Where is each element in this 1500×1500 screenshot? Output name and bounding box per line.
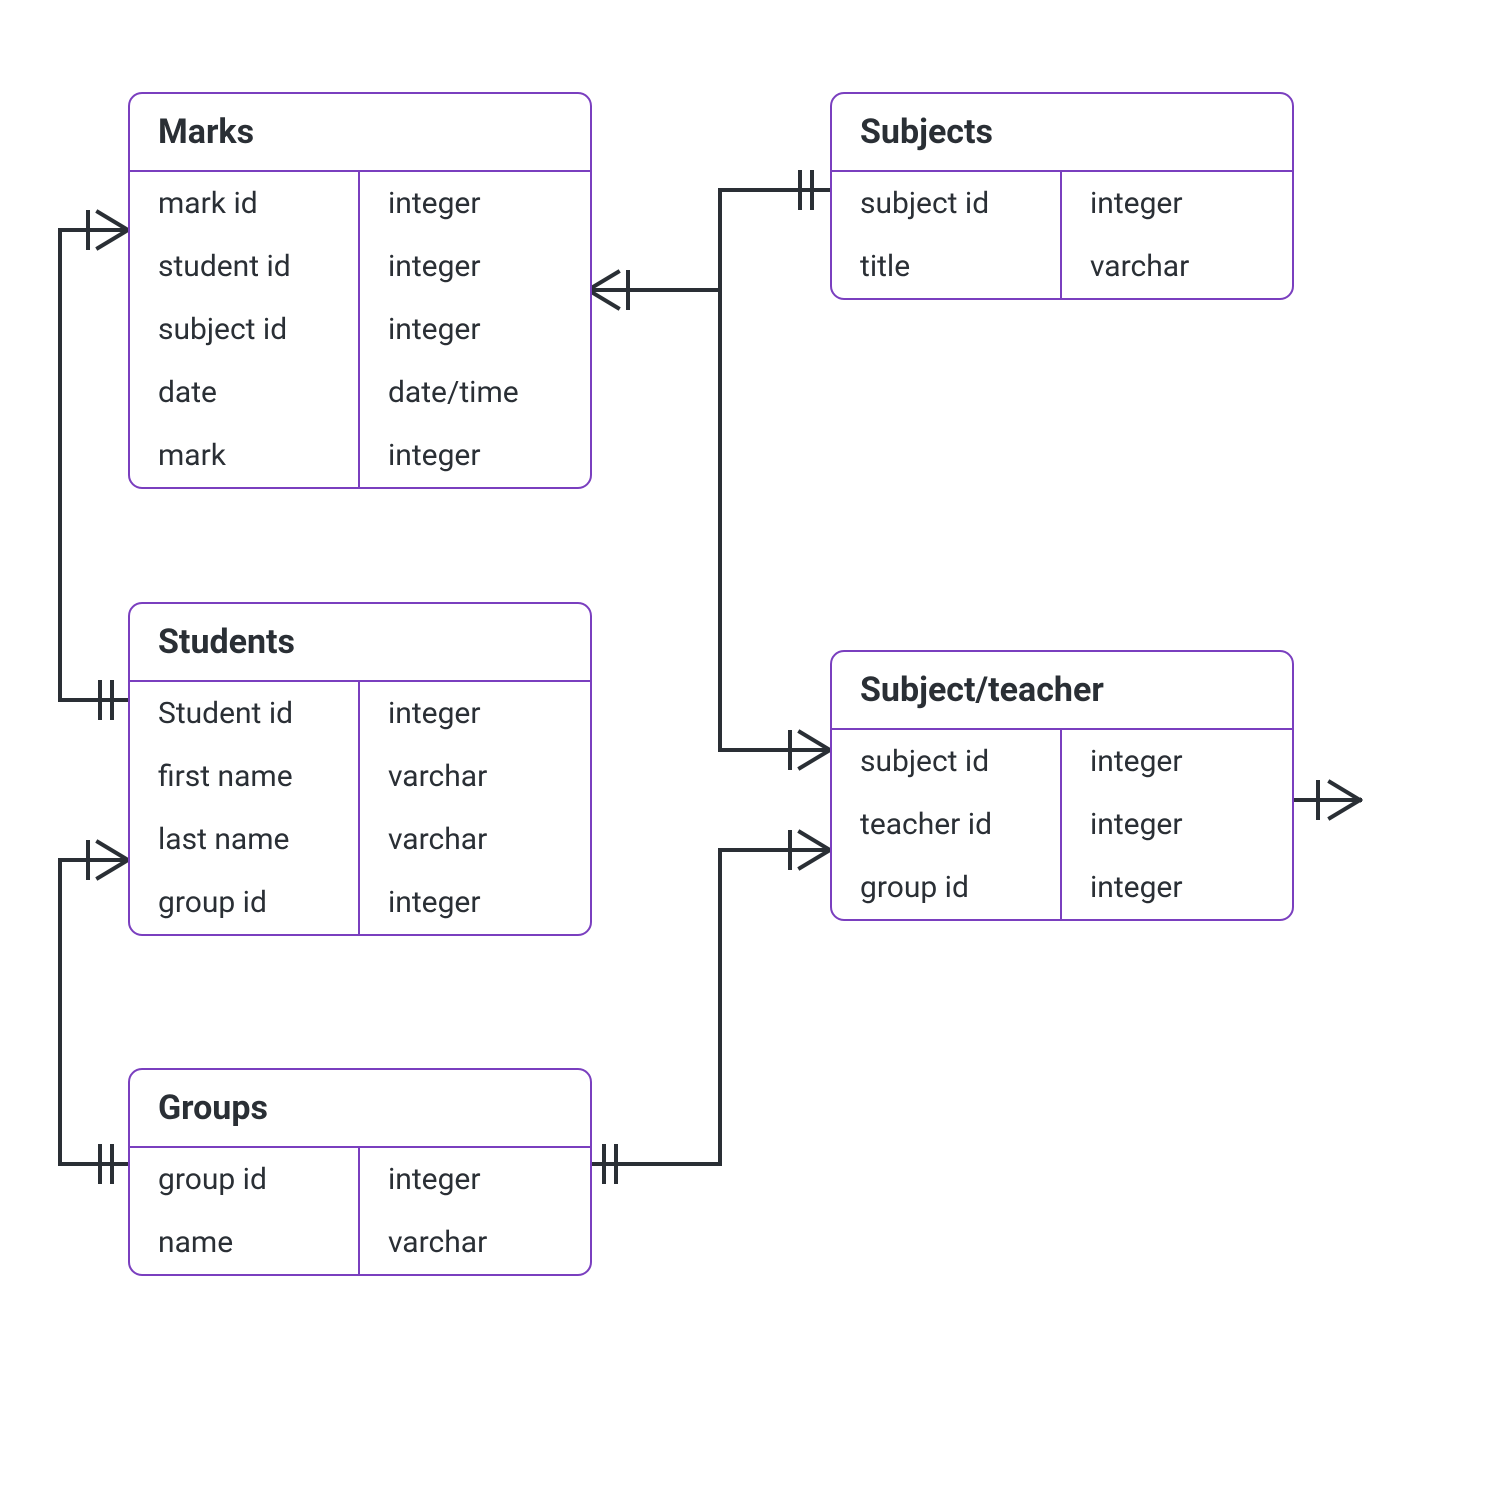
field-type: integer [360, 682, 590, 745]
field-type: date/time [360, 361, 590, 424]
field-type: integer [360, 298, 590, 361]
entity-marks[interactable]: Marks mark id integer student id integer… [128, 92, 592, 489]
field-name: last name [130, 808, 360, 871]
field-name: group id [130, 1148, 360, 1211]
field-type: varchar [360, 1211, 590, 1274]
entity-groups[interactable]: Groups group id integer name varchar [128, 1068, 592, 1276]
entity-fields: subject id integer title varchar [832, 172, 1292, 298]
entity-subjects[interactable]: Subjects subject id integer title varcha… [830, 92, 1294, 300]
rel-subjects-marks [588, 172, 830, 308]
field-name: group id [130, 871, 360, 934]
field-name: subject id [130, 298, 360, 361]
entity-title: Marks [130, 94, 590, 172]
entity-title: Subjects [832, 94, 1292, 172]
field-name: mark [130, 424, 360, 487]
field-type: integer [360, 172, 590, 235]
field-name: teacher id [832, 793, 1062, 856]
field-name: subject id [832, 172, 1062, 235]
field-name: group id [832, 856, 1062, 919]
field-type: integer [360, 235, 590, 298]
field-type: integer [1062, 730, 1292, 793]
entity-subject-teacher[interactable]: Subject/teacher subject id integer teach… [830, 650, 1294, 921]
rel-teachers-subjectteacher [1290, 782, 1360, 818]
field-name: title [832, 235, 1062, 298]
field-name: date [130, 361, 360, 424]
field-type: varchar [360, 808, 590, 871]
field-name: Student id [130, 682, 360, 745]
entity-fields: group id integer name varchar [130, 1148, 590, 1274]
entity-fields: Student id integer first name varchar la… [130, 682, 590, 934]
entity-fields: subject id integer teacher id integer gr… [832, 730, 1292, 919]
field-type: integer [1062, 172, 1292, 235]
field-type: integer [1062, 856, 1292, 919]
entity-title: Groups [130, 1070, 590, 1148]
field-name: name [130, 1211, 360, 1274]
entity-fields: mark id integer student id integer subje… [130, 172, 590, 487]
rel-subjects-subjectteacher [720, 290, 830, 768]
field-name: mark id [130, 172, 360, 235]
field-name: first name [130, 745, 360, 808]
er-diagram-canvas: { "diagram": { "type": "entity-relations… [0, 0, 1500, 1500]
entity-title: Students [130, 604, 590, 682]
field-type: varchar [360, 745, 590, 808]
entity-title: Subject/teacher [832, 652, 1292, 730]
rel-groups-subjectteacher [588, 832, 830, 1182]
rel-students-marks [60, 212, 128, 718]
field-type: varchar [1062, 235, 1292, 298]
field-type: integer [360, 871, 590, 934]
entity-students[interactable]: Students Student id integer first name v… [128, 602, 592, 936]
field-type: integer [360, 1148, 590, 1211]
field-name: subject id [832, 730, 1062, 793]
field-type: integer [360, 424, 590, 487]
rel-groups-students [60, 842, 128, 1182]
field-type: integer [1062, 793, 1292, 856]
field-name: student id [130, 235, 360, 298]
